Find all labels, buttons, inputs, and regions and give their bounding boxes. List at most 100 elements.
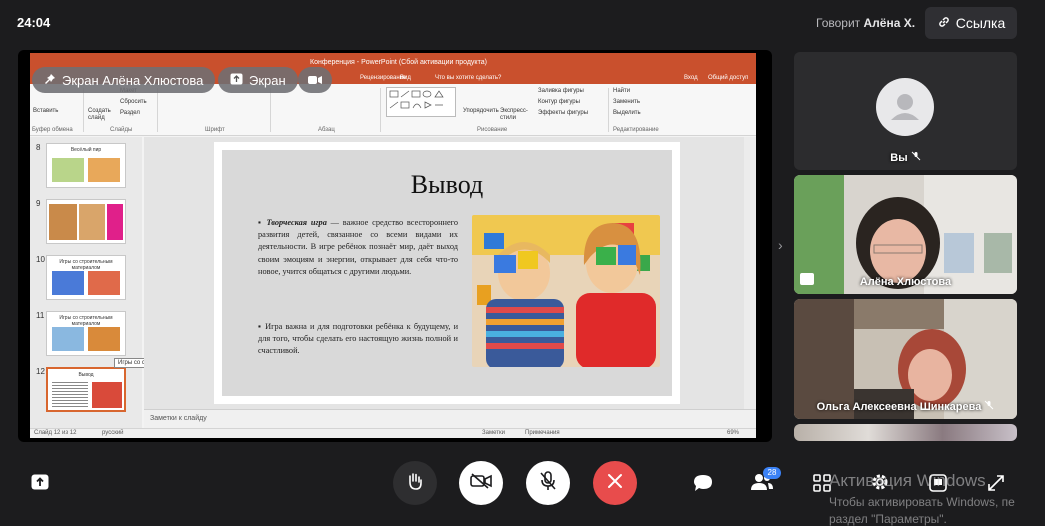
- current-slide[interactable]: Вывод ▪ Творческая игра — важное средств…: [214, 142, 680, 404]
- link-button-label: Ссылка: [955, 15, 1006, 31]
- slide-photo-children: [472, 215, 660, 367]
- bullet-1-lead: Творческая игра: [266, 218, 327, 227]
- vertical-scrollbar[interactable]: [744, 137, 756, 409]
- chevron-right-icon[interactable]: ›: [778, 237, 783, 253]
- shapes-gallery: [386, 87, 456, 117]
- ppt-group-label: Буфер обмена: [32, 127, 73, 133]
- ppt-tab: Что вы хотите сделать?: [435, 75, 502, 81]
- slide-thumbnail[interactable]: Игры со строительным материалом: [46, 255, 126, 300]
- slide-thumbnail-selected[interactable]: Вывод: [46, 367, 126, 412]
- speaking-name: Алёна Х.: [863, 16, 916, 30]
- expand-icon: [988, 475, 1004, 491]
- status-slide-info: Слайд 12 из 12: [34, 430, 77, 436]
- speaking-indicator: Говорит Алёна Х.: [816, 16, 915, 30]
- participants-count-badge: 28: [763, 467, 781, 479]
- mic-off-icon: [911, 151, 921, 164]
- notes-pane[interactable]: Заметки к слайду: [144, 409, 756, 428]
- powerpoint-window: Конференция - PowerPoint (Сбой активации…: [30, 53, 756, 438]
- thumb-number: 11: [36, 311, 45, 320]
- thumb-title: Вывод: [78, 372, 94, 378]
- bullet-2-text: Игра важна и для подготовки ребёнка к бу…: [258, 322, 459, 356]
- close-icon: [607, 473, 623, 494]
- screen-share-icon: [230, 73, 243, 88]
- thumb-number: 8: [36, 143, 41, 152]
- slide-background: Вывод ▪ Творческая игра — важное средств…: [222, 150, 672, 396]
- ppt-group-label: Рисование: [477, 127, 508, 133]
- slide-thumbnails-panel: 8 Весёлый пир 9 10 Игры со строительным …: [30, 137, 142, 428]
- ppt-section: Раздел: [120, 110, 140, 116]
- mic-off-icon: [539, 470, 557, 496]
- ppt-quick-styles: Экспресс-стили: [500, 108, 528, 121]
- ppt-create-slide: Создать слайд: [88, 108, 111, 121]
- speaking-label: Говорит: [816, 16, 861, 30]
- thumb-number: 10: [36, 255, 45, 264]
- ppt-find: Найти: [613, 88, 631, 94]
- ppt-group-label: Слайды: [110, 127, 133, 133]
- participant-tile-alena[interactable]: Алёна Хлюстова: [794, 175, 1017, 294]
- ppt-tab: Вход: [684, 75, 698, 81]
- chat-button[interactable]: [692, 473, 714, 493]
- windows-activation-title: Активация Windows: [829, 471, 986, 490]
- ppt-reset: Сбросить: [120, 99, 147, 105]
- presenter-chip: Экран Алёна Хлюстова: [32, 67, 216, 93]
- mic-toggle-button[interactable]: [526, 461, 570, 505]
- share-screen-icon: [31, 474, 49, 490]
- screen-chip: Экран: [218, 67, 298, 93]
- screen-chip-label: Экран: [249, 72, 286, 88]
- end-call-button[interactable]: [593, 461, 637, 505]
- pin-icon: [44, 73, 56, 88]
- ppt-tab: Общий доступ: [708, 75, 749, 81]
- thumb-title: Игры со строительным материалом: [59, 259, 113, 271]
- slide-editing-area: Вывод ▪ Творческая игра — важное средств…: [144, 137, 756, 409]
- slide-title: Вывод: [410, 170, 484, 199]
- screen-share-view[interactable]: Конференция - PowerPoint (Сбой активации…: [18, 50, 772, 442]
- thumb-title: Весёлый пир: [70, 147, 102, 153]
- ppt-window-title: Конференция - PowerPoint (Сбой активации…: [310, 59, 487, 66]
- link-button[interactable]: Ссылка: [925, 7, 1017, 39]
- clock: 24:04: [17, 15, 51, 30]
- ppt-paste: Вставить: [33, 108, 59, 114]
- ppt-shape-outline: Контур фигуры: [538, 99, 580, 105]
- share-screen-button[interactable]: [30, 473, 50, 491]
- camera-chip: [298, 67, 332, 93]
- ppt-replace: Заменить: [613, 99, 640, 105]
- raise-hand-button[interactable]: [393, 461, 437, 505]
- participant-tile-olga[interactable]: Ольга Алексеевна Шинкарева: [794, 299, 1017, 419]
- participant-name: Алёна Хлюстова: [859, 276, 952, 288]
- participant-tile-self[interactable]: Вы: [794, 52, 1017, 170]
- participant-tile-partial[interactable]: [794, 424, 1017, 441]
- status-notes[interactable]: Заметки: [482, 430, 505, 436]
- participant-name: Вы: [794, 151, 1017, 164]
- slide-thumbnail[interactable]: [46, 199, 126, 244]
- chat-icon: [694, 475, 712, 491]
- ppt-shape-fill: Заливка фигуры: [538, 88, 584, 94]
- ppt-statusbar: Слайд 12 из 12 русский Заметки Примечани…: [30, 428, 756, 438]
- ppt-select: Выделить: [613, 110, 641, 116]
- camera-icon: [308, 73, 322, 88]
- windows-activation-line2: раздел "Параметры".: [829, 512, 947, 526]
- ppt-group-label: Редактирование: [613, 127, 659, 133]
- fullscreen-button[interactable]: [986, 473, 1006, 493]
- status-language: русский: [102, 430, 124, 436]
- camera-toggle-button[interactable]: [459, 461, 503, 505]
- link-icon: [937, 15, 951, 32]
- slide-thumbnail[interactable]: Игры со строительным материалом: [46, 311, 126, 356]
- ppt-tab: Вид: [400, 75, 411, 81]
- participant-name-text: Ольга Алексеевна Шинкарева: [816, 401, 982, 413]
- slide-bullet-2: ▪ Игра важна и для подготовки ребёнка к …: [258, 322, 459, 356]
- camera-off-icon: [470, 472, 492, 494]
- ppt-group-label: Шрифт: [205, 127, 225, 133]
- slide-bullet-1: ▪ Творческая игра — важное средство всес…: [258, 218, 459, 276]
- status-comments[interactable]: Примечания: [525, 430, 560, 436]
- status-zoom[interactable]: 69%: [727, 430, 739, 436]
- ppt-group-label: Абзац: [318, 127, 335, 133]
- participant-name-text: Вы: [890, 152, 908, 164]
- thumb-title: Игры со строительным материалом: [59, 315, 113, 327]
- thumb-number: 12: [36, 367, 45, 376]
- thumb-number: 9: [36, 199, 41, 208]
- slide-thumbnail[interactable]: Весёлый пир: [46, 143, 126, 188]
- windows-activation-line1: Чтобы активировать Windows, пе: [829, 495, 1015, 509]
- user-avatar-icon: [876, 78, 934, 136]
- presenter-chip-label: Экран Алёна Хлюстова: [62, 72, 204, 88]
- ppt-arrange: Упорядочить: [463, 108, 499, 114]
